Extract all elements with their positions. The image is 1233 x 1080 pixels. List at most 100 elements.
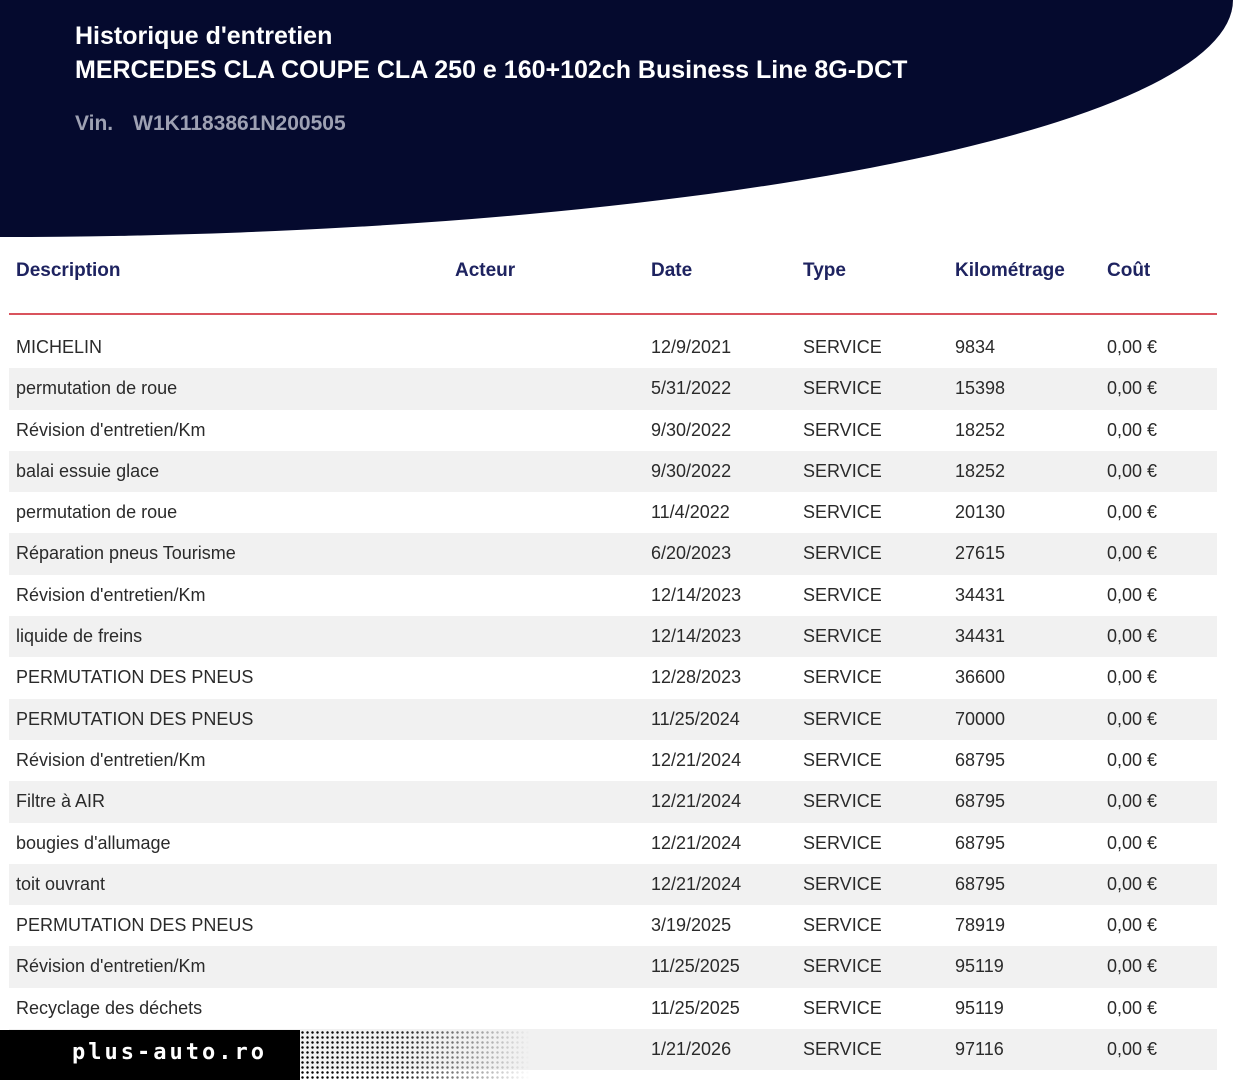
cell-description: Réparation pneus Tourisme [16, 543, 236, 564]
cell-kilometrage: 68795 [955, 791, 1006, 812]
cell-cout: 0,00 € [1107, 584, 1158, 605]
cell-cout: 0,00 € [1107, 419, 1158, 440]
cell-kilometrage: 34431 [955, 626, 1006, 647]
table-row: PERMUTATION DES PNEUS 3/19/2025 SERVICE 789… [9, 905, 1217, 946]
table-row: MICHELIN 12/9/2021 SERVICE 9834 0,00 € [9, 327, 1217, 368]
cell-date: 11/25/2025 [651, 956, 740, 977]
column-header-description: Description [16, 260, 121, 281]
cell-description: Révision d'entretien/Km [16, 584, 206, 605]
header-divider [9, 313, 1217, 315]
cell-cout: 0,00 € [1107, 378, 1158, 399]
cell-description: PERMUTATION DES PNEUS [16, 915, 254, 936]
cell-cout: 0,00 € [1107, 1039, 1158, 1060]
vin-value: W1K1183861N200505 [133, 112, 346, 135]
watermark-text: plus-auto.ro [72, 1040, 267, 1065]
cell-type: SERVICE [803, 543, 882, 564]
cell-cout: 0,00 € [1107, 502, 1158, 523]
cell-description: toit ouvrant [16, 873, 106, 894]
cell-kilometrage: 36600 [955, 667, 1006, 688]
cell-type: SERVICE [803, 873, 882, 894]
cell-description: Recyclage des déchets [16, 997, 203, 1018]
cell-description: Révision d'entretien/Km [16, 749, 206, 770]
cell-cout: 0,00 € [1107, 873, 1158, 894]
table-row: bougies d'allumage 12/21/2024 SERVICE 68795… [9, 823, 1217, 864]
cell-date: 12/21/2024 [651, 832, 742, 853]
cell-type: SERVICE [803, 708, 882, 729]
cell-kilometrage: 68795 [955, 832, 1006, 853]
cell-type: SERVICE [803, 584, 882, 605]
cell-description: balai essuie glace [16, 460, 160, 481]
cell-date: 12/21/2024 [651, 791, 742, 812]
cell-cout: 0,00 € [1107, 543, 1158, 564]
cell-date: 12/14/2023 [651, 626, 742, 647]
cell-kilometrage: 68795 [955, 873, 1006, 894]
cell-cout: 0,00 € [1107, 791, 1158, 812]
cell-kilometrage: 34431 [955, 584, 1006, 605]
cell-date: 3/19/2025 [651, 915, 732, 936]
table-row: Recyclage des déchets 11/25/2025 SERVICE 95… [9, 988, 1217, 1029]
cell-date: 9/30/2022 [651, 460, 732, 481]
cell-type: SERVICE [803, 791, 882, 812]
table-row: liquide de freins 12/14/2023 SERVICE 34431 0… [9, 616, 1217, 658]
cell-date: 11/25/2025 [651, 997, 740, 1018]
cell-description: MICHELIN [16, 337, 103, 357]
cell-type: SERVICE [803, 1039, 882, 1060]
cell-date: 9/30/2022 [651, 419, 732, 440]
cell-description: PERMUTATION DES PNEUS [16, 667, 254, 688]
cell-cout: 0,00 € [1107, 460, 1158, 481]
cell-type: SERVICE [803, 337, 882, 357]
watermark-dots [300, 1030, 530, 1080]
table-row: Révision d'entretien/Km 12/21/2024 SERVICE… [9, 740, 1217, 781]
cell-kilometrage: 78919 [955, 915, 1006, 936]
table-row: toit ouvrant 12/21/2024 SERVICE 68795 0,00 € [9, 863, 1217, 906]
cell-kilometrage: 27615 [955, 543, 1006, 564]
cell-description: bougies d'allumage [16, 832, 171, 853]
cell-date: 12/21/2024 [651, 749, 742, 770]
cell-date: 12/28/2023 [651, 667, 742, 688]
table-row: Révision d'entretien/Km 12/14/2023 SERVICE… [9, 575, 1217, 616]
table-row: PERMUTATION DES PNEUS 12/28/2023 SERVICE 36… [9, 657, 1217, 698]
cell-kilometrage: 68795 [955, 749, 1006, 770]
cell-description: liquide de freins [16, 626, 143, 647]
cell-description: Révision d'entretien/Km [16, 956, 206, 977]
column-header-cout: Coût [1107, 260, 1151, 281]
cell-date: 12/14/2023 [651, 584, 742, 605]
column-header-date: Date [651, 260, 693, 281]
cell-type: SERVICE [803, 460, 882, 481]
cell-type: SERVICE [803, 956, 882, 977]
cell-kilometrage: 18252 [955, 460, 1006, 481]
cell-date: 11/25/2024 [651, 708, 740, 729]
cell-cout: 0,00 € [1107, 667, 1158, 688]
cell-cout: 0,00 € [1107, 749, 1158, 770]
cell-date: 12/9/2021 [651, 337, 732, 357]
cell-type: SERVICE [803, 667, 882, 688]
cell-type: SERVICE [803, 749, 882, 770]
cell-kilometrage: 95119 [955, 956, 1004, 977]
cell-kilometrage: 97116 [955, 1039, 1004, 1060]
table-row: permutation de roue 5/31/2022 SERVICE 15398… [9, 368, 1217, 410]
cell-cout: 0,00 € [1107, 626, 1158, 647]
cell-date: 5/31/2022 [651, 378, 732, 399]
cell-description: permutation de roue [16, 378, 178, 399]
cell-description: PERMUTATION DES PNEUS [16, 708, 254, 729]
cell-kilometrage: 15398 [955, 378, 1006, 399]
cell-type: SERVICE [803, 832, 882, 853]
cell-type: SERVICE [803, 915, 882, 936]
cell-cout: 0,00 € [1107, 997, 1158, 1018]
cell-cout: 0,00 € [1107, 708, 1158, 729]
cell-cout: 0,00 € [1107, 337, 1158, 357]
cell-description: Filtre à AIR [16, 791, 106, 812]
cell-type: SERVICE [803, 378, 882, 399]
vin-line: Vin. W1K1183861N200505 [75, 112, 346, 136]
cell-kilometrage: 9834 [955, 337, 996, 357]
table-row: permutation de roue 11/4/2022 SERVICE 20130… [9, 492, 1217, 533]
cell-cout: 0,00 € [1107, 956, 1158, 977]
column-header-kilometrage: Kilométrage [955, 260, 1065, 281]
report-header: Historique d'entretien MERCEDES CLA COUP… [0, 0, 1233, 237]
cell-description: Révision d'entretien/Km [16, 419, 206, 440]
table-header: Description Acteur Date Type Kilométrage… [0, 260, 1233, 290]
table-body: MICHELIN 12/9/2021 SERVICE 9834 0,00 € permut… [9, 327, 1217, 1071]
column-header-type: Type [803, 260, 846, 281]
cell-type: SERVICE [803, 626, 882, 647]
cell-date: 11/4/2022 [651, 502, 730, 523]
